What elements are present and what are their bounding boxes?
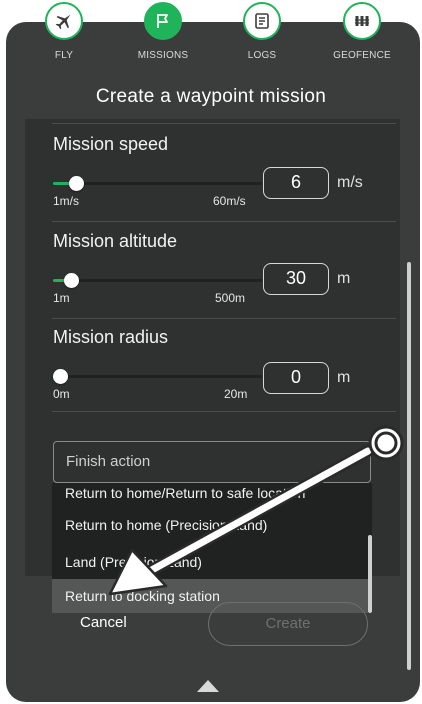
- annotation-arrow-icon: [108, 425, 404, 596]
